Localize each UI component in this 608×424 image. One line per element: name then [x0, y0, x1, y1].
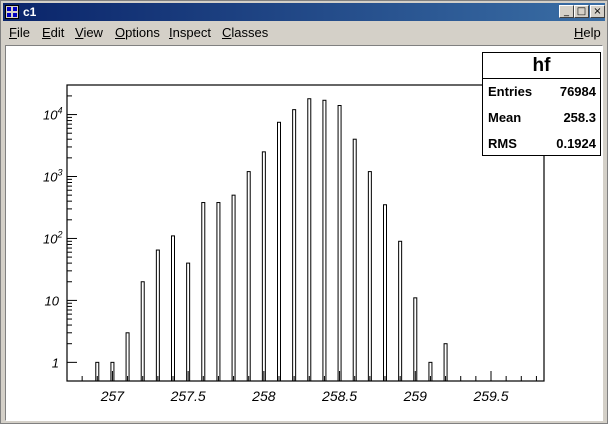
maximize-button[interactable]: □	[574, 5, 589, 18]
x-tick-label: 257.5	[170, 388, 206, 404]
close-button[interactable]: ×	[590, 5, 605, 18]
stats-key: Mean	[488, 110, 522, 125]
histogram-bar	[231, 194, 236, 382]
histogram-bar	[367, 171, 372, 382]
stats-key: RMS	[488, 136, 517, 151]
x-tick-label: 257	[100, 388, 126, 404]
stats-title: hf	[483, 53, 600, 79]
menu-options[interactable]: Options	[115, 23, 160, 43]
histogram-bar	[186, 262, 191, 382]
x-tick-label: 258	[251, 388, 276, 404]
histogram-bar	[383, 204, 387, 382]
plot-frame	[66, 84, 545, 382]
menu-classes[interactable]: Classes	[222, 23, 268, 43]
histogram-bar	[413, 297, 418, 382]
menu-inspect[interactable]: Inspect	[169, 23, 211, 43]
stats-value: 258.3	[563, 110, 596, 125]
histogram-bar	[201, 202, 206, 382]
canvas-area[interactable]: 257 257.5 258 258.5 259 259.5 1 10 102 103 104 hf…	[5, 45, 603, 421]
stats-box[interactable]: hf Entries 76984 Mean 258.3 RMS 0.1924	[482, 52, 601, 156]
stats-value: 0.1924	[556, 136, 596, 151]
histogram-bar	[261, 151, 266, 382]
minimize-button[interactable]: _	[559, 5, 574, 18]
x-tick-label: 259	[403, 388, 428, 404]
stats-row-mean: Mean 258.3	[483, 105, 600, 131]
histogram-bar	[398, 240, 403, 382]
y-tick-label: 103	[43, 168, 62, 185]
histogram-bar	[125, 332, 130, 382]
histogram-bar	[322, 99, 327, 382]
y-tick-label: 102	[43, 229, 62, 246]
histogram-bar	[155, 249, 160, 382]
x-tick-label: 258.5	[321, 388, 357, 404]
histogram-bar	[277, 121, 281, 382]
histogram-bar	[443, 343, 448, 382]
window-title: c1	[23, 5, 37, 19]
menu-view[interactable]: View	[75, 23, 103, 43]
stats-row-rms: RMS 0.1924	[483, 131, 600, 157]
menu-bar: File Edit View Options Inspect Classes H…	[3, 23, 605, 43]
menu-edit[interactable]: Edit	[42, 23, 64, 43]
title-bar[interactable]: c1 _ □ ×	[3, 3, 605, 21]
y-tick-label: 10	[45, 293, 60, 308]
stats-row-entries: Entries 76984	[483, 79, 600, 105]
histogram-bar	[292, 109, 297, 382]
y-tick-label: 104	[43, 106, 62, 123]
x-tick-label: 259.5	[472, 388, 508, 404]
menu-file[interactable]: File	[9, 23, 30, 43]
histogram-bar	[307, 98, 312, 382]
histogram-bar	[171, 235, 175, 382]
histogram-bar	[246, 171, 251, 382]
y-tick-label: 1	[52, 355, 59, 370]
histogram-bar	[216, 202, 221, 382]
root-window: c1 _ □ × File Edit View Options Inspect …	[0, 0, 608, 424]
menu-help[interactable]: Help	[574, 23, 601, 43]
stats-key: Entries	[488, 84, 533, 99]
histogram-bar	[140, 281, 145, 382]
root-canvas-icon	[5, 5, 19, 19]
histogram-bar	[352, 138, 357, 382]
stats-value: 76984	[559, 84, 596, 99]
histogram-bar	[337, 105, 342, 382]
